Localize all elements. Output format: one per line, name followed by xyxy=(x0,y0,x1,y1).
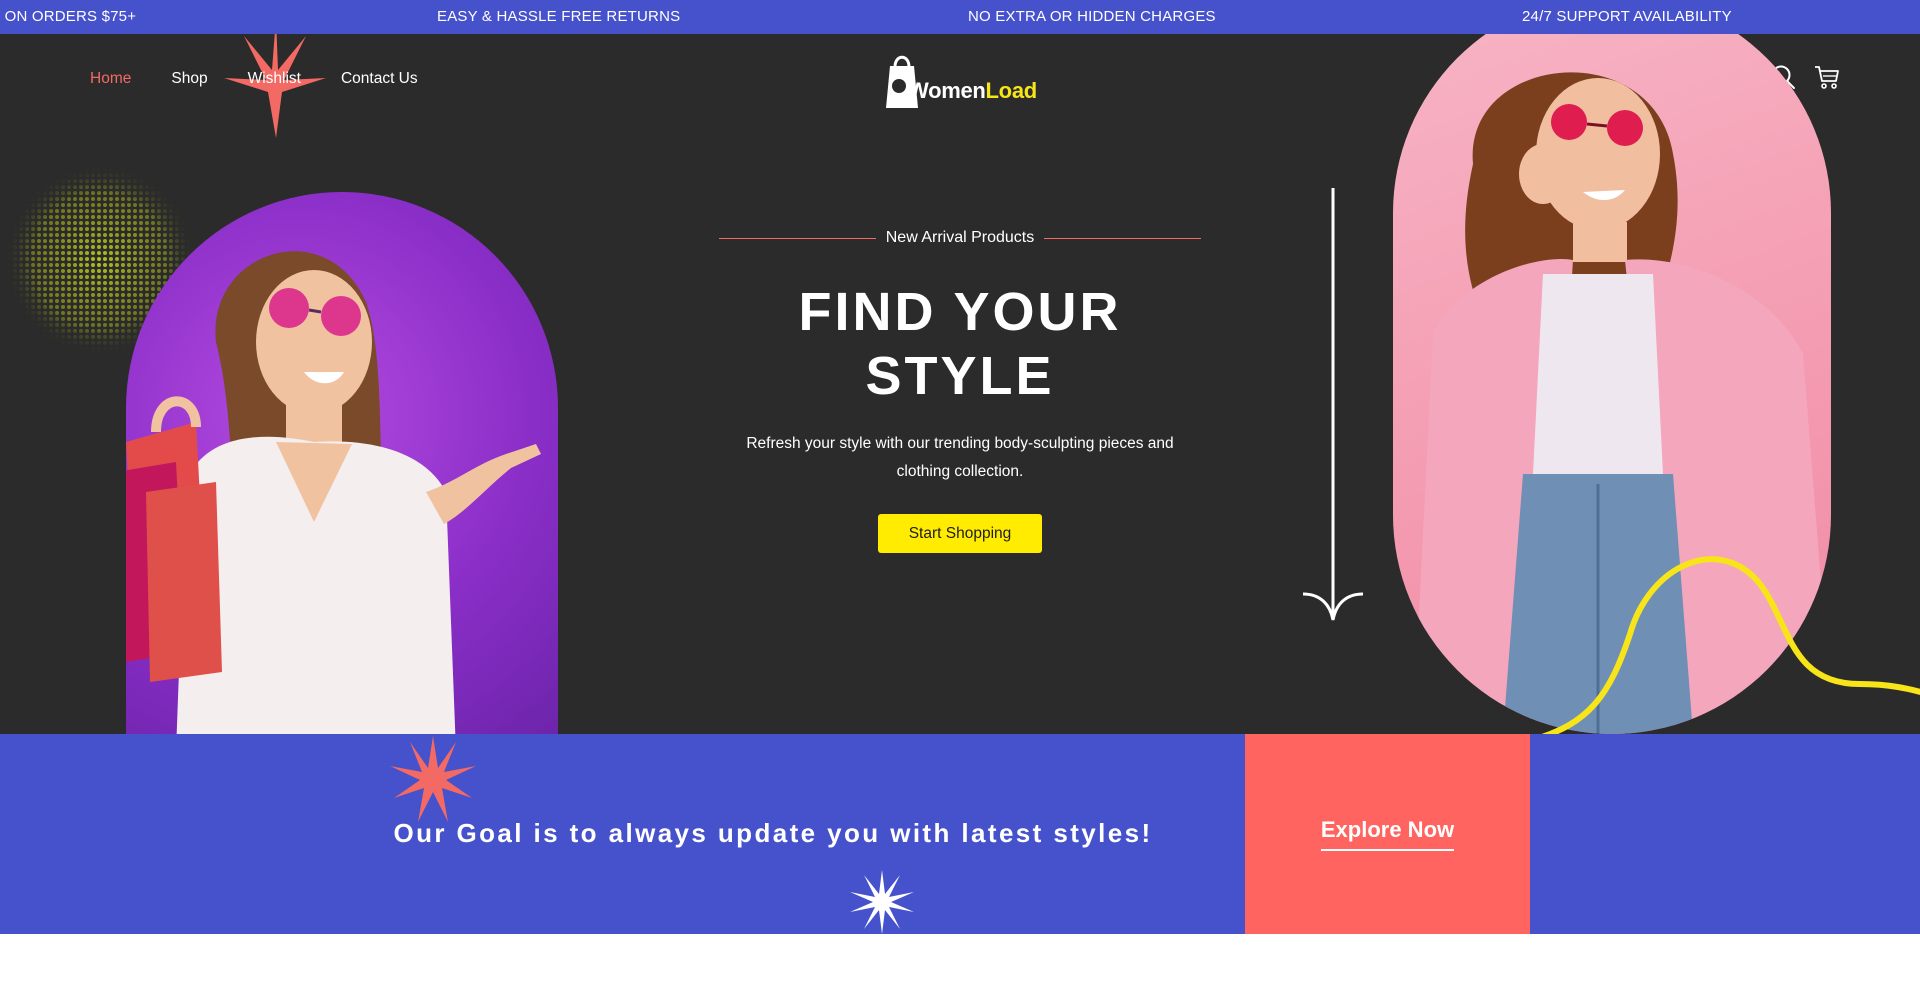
hero-section: Home Shop Wishlist Contact Us WomenLoad xyxy=(0,34,1920,734)
nav-contact-us[interactable]: Contact Us xyxy=(341,70,418,88)
hero-headline: FIND YOUR STYLE xyxy=(700,280,1220,408)
starburst-coral-decoration xyxy=(390,736,476,822)
nav-wishlist[interactable]: Wishlist xyxy=(248,70,301,88)
headline-line-2: STYLE xyxy=(865,346,1055,406)
divider-line-left xyxy=(719,237,876,239)
announcement-free-shipping: S ON ORDERS $75+ xyxy=(0,8,137,25)
announcement-returns: EASY & HASSLE FREE RETURNS xyxy=(437,8,681,25)
start-shopping-button[interactable]: Start Shopping xyxy=(878,514,1042,553)
goal-text: Our Goal is to always update you with la… xyxy=(393,818,1153,848)
explore-panel: Explore Now xyxy=(1245,734,1530,934)
eyebrow-label: New Arrival Products xyxy=(719,228,1201,248)
logo-wordmark: WomenLoad xyxy=(908,78,1037,104)
hero-subtext: Refresh your style with our trending bod… xyxy=(746,435,1174,480)
headline-line-1: FIND YOUR xyxy=(798,282,1122,342)
nav-shop[interactable]: Shop xyxy=(171,70,207,88)
cart-icon[interactable] xyxy=(1814,64,1840,90)
divider-line-right xyxy=(1044,237,1201,239)
eyebrow-text: New Arrival Products xyxy=(885,229,1035,246)
hero-image-left xyxy=(126,192,558,734)
nav-home[interactable]: Home xyxy=(90,70,131,88)
logo-text-main: Women xyxy=(908,78,986,103)
main-navigation: Home Shop Wishlist Contact Us xyxy=(90,70,418,88)
explore-now-link[interactable]: Explore Now xyxy=(1320,817,1455,851)
announcement-bar: S ON ORDERS $75+ EASY & HASSLE FREE RETU… xyxy=(0,0,1920,34)
yellow-squiggle-decoration xyxy=(1541,556,1920,734)
announcement-support: 24/7 SUPPORT AVAILABILITY xyxy=(1522,8,1732,25)
arrow-down-icon xyxy=(1302,188,1364,621)
starburst-white-decoration xyxy=(850,870,914,934)
announcement-no-charges: NO EXTRA OR HIDDEN CHARGES xyxy=(968,8,1216,25)
woman-with-shopping-bags-illustration xyxy=(126,251,541,734)
goal-banner: Our Goal is to always update you with la… xyxy=(0,734,1920,934)
logo-text-accent: Load xyxy=(985,78,1038,103)
